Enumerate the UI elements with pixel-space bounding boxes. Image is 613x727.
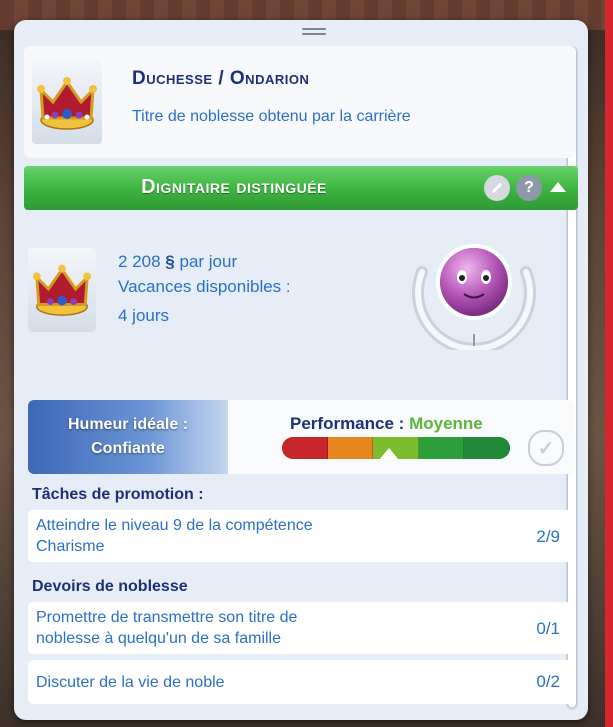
performance-segment — [418, 437, 465, 459]
pencil-icon — [492, 183, 502, 193]
vacation-value: 4 jours — [118, 306, 170, 325]
performance-label-text: Performance : — [290, 414, 405, 433]
task-card[interactable]: Atteindre le niveau 9 de la compétence C… — [28, 510, 574, 562]
duty-card[interactable]: Promettre de transmettre son titre de no… — [28, 602, 574, 654]
daily-pay: 2 208 § par jour — [118, 252, 237, 272]
career-panel: Duchesse / Ondarion Titre de noblesse ob… — [14, 20, 588, 720]
career-level-name: Dignitaire distinguée — [141, 176, 327, 198]
pay-amount: 2 208 — [118, 252, 161, 271]
ideal-mood-box: Humeur idéale : Confiante — [28, 400, 228, 474]
task-line-1: Atteindre le niveau 9 de la compétence — [36, 517, 313, 534]
background-red-edge — [605, 0, 613, 727]
career-level-bar: Dignitaire distinguée ? — [24, 166, 578, 210]
task-progress: 2/9 — [536, 527, 560, 546]
ideal-mood-value: Confiante — [91, 440, 165, 457]
performance-segment — [464, 437, 510, 459]
performance-segment — [282, 437, 328, 459]
duty-line-2: noblesse à quelqu'un de sa famille — [36, 630, 281, 647]
task-line-2: Charisme — [36, 538, 105, 555]
career-level-meter — [412, 244, 536, 350]
duty-text: Discuter de la vie de noble — [36, 674, 225, 691]
duty-text: Promettre de transmettre son titre de no… — [36, 607, 297, 649]
simoleon-icon: § — [165, 252, 175, 271]
duty-card[interactable]: Discuter de la vie de noble 0/2 — [28, 660, 574, 704]
career-subtitle: Titre de noblesse obtenu par la carrière — [132, 108, 411, 125]
edit-button[interactable] — [484, 175, 510, 201]
crown-icon — [32, 60, 102, 144]
duty-progress: 0/2 — [536, 672, 560, 691]
panel-drag-handle[interactable] — [302, 28, 326, 38]
pay-unit: par jour — [179, 252, 238, 271]
duty-progress: 0/1 — [536, 619, 560, 638]
promotion-tasks-title: Tâches de promotion : — [32, 486, 204, 503]
noble-duties-title: Devoirs de noblesse — [32, 578, 188, 595]
career-info: 2 208 § par jour Vacances disponibles : … — [24, 220, 578, 400]
crown-icon-small — [28, 248, 96, 332]
performance-segment — [327, 437, 374, 459]
ideal-mood-label: Humeur idéale : — [67, 416, 189, 433]
mood-performance-row: Humeur idéale : Confiante Performance : … — [28, 400, 574, 474]
collapse-arrow-icon[interactable] — [550, 182, 566, 192]
career-title: Duchesse / Ondarion — [132, 68, 310, 89]
vacation-label: Vacances disponibles : — [118, 277, 291, 296]
performance-value: Moyenne — [409, 414, 483, 433]
duty-line-1: Promettre de transmettre son titre de — [36, 609, 298, 626]
task-text: Atteindre le niveau 9 de la compétence C… — [36, 515, 313, 557]
performance-label: Performance : Moyenne — [290, 414, 483, 434]
career-title-card: Duchesse / Ondarion Titre de noblesse ob… — [24, 46, 576, 158]
performance-marker — [379, 448, 400, 460]
help-button[interactable]: ? — [516, 175, 542, 201]
check-icon: ✓ — [528, 430, 564, 466]
